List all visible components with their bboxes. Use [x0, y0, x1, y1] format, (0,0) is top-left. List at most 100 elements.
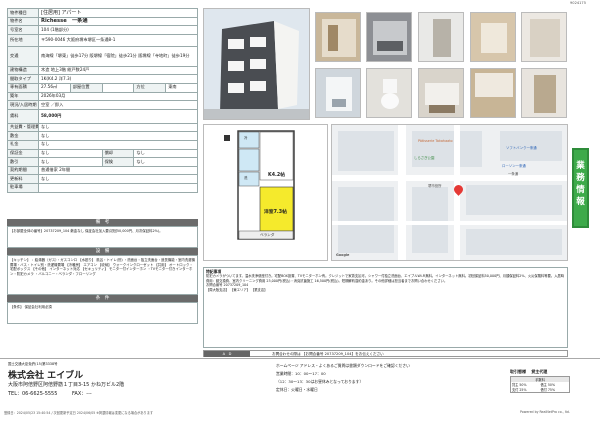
spec-key: 礼金	[7, 139, 39, 150]
thumb-photo	[315, 68, 361, 118]
spec-key: 賃料	[7, 108, 39, 124]
room-label-veranda: ベランダ	[260, 233, 275, 237]
remarks-ad: 【周大阪支店】 【東エリア】 【業支店】	[206, 287, 268, 292]
spec-key: 専有面積	[7, 82, 39, 93]
location-map: Pâtisserie Takahaato ソフトバンク一条通 ローソン一条通 一…	[331, 124, 568, 261]
map-label: ローソン一条通	[502, 164, 526, 168]
rent-price: 58,000円	[38, 108, 198, 124]
map-label: しらさぎ公園	[414, 156, 435, 160]
tab-char: 情	[576, 185, 585, 195]
floor-area: 27.56㎡	[38, 82, 71, 93]
spec-key: 敷金	[7, 131, 39, 141]
spec-key: 交通	[7, 45, 39, 67]
company-address: 大阪市阿倍野区阿倍野筋１丁目3-15 かね万ビル2階	[8, 382, 125, 388]
jouken-text: 【条件】 保証会社利用必須	[7, 302, 198, 324]
transaction-type: 取引態様 貸主代理	[510, 369, 586, 375]
fee-table: 手数料 貸主 50% 借主 50% 支付 25% 借付 75%	[510, 376, 570, 393]
license: 国土交通大臣免許(15)第3338号	[8, 362, 58, 366]
floor-plan: K4.2帖 洋室7.3帖 ベランダ 冷 洗	[203, 124, 328, 261]
layout-type: 1K(K4.2 洋7.3)	[38, 74, 198, 84]
renewal-fee: なし	[38, 174, 198, 184]
fee-cell: 支付 25%	[512, 388, 527, 392]
shikibiki: なし	[38, 157, 103, 167]
bikou-header: 備 考	[7, 219, 198, 226]
map-label: Google	[336, 253, 350, 257]
bottom-right-credit: Powered by RealNetPro co., ltd.	[520, 410, 570, 414]
room-label-fridge: 冷	[244, 136, 248, 140]
spec-key: 部屋位置	[69, 82, 103, 93]
thumb-photo	[418, 68, 464, 118]
map-label: Pâtisserie Takahaato	[418, 139, 453, 143]
thumb-photo	[521, 68, 567, 118]
torihiki-value: 貸主代理	[531, 369, 548, 374]
ad-label: A D	[204, 351, 250, 357]
management-fee: なし	[38, 122, 198, 133]
notes-panel: 備 考 【お部屋全体の番号】20737209_104 敷金なし 保証会社加入要(…	[7, 219, 198, 324]
bottom-left-note: 登録日：2024/05/23 15:40:54 / 次回更新予定日 2024/0…	[4, 411, 154, 415]
parking	[38, 182, 198, 193]
spec-key: 更新料	[7, 174, 39, 184]
tab-char: 務	[576, 173, 585, 183]
spec-key: 間取タイプ	[7, 74, 39, 84]
structure: 木造 地上3階 総戸数24戸	[38, 65, 198, 76]
built-year: 2026年03月	[38, 91, 198, 102]
business-hours-note: （12：30〜13：30はお昼休みとなっております）	[276, 379, 364, 384]
map-label: ソフトバンク一条通	[506, 146, 537, 150]
footer-message: ホームページ アドレス・よくあるご質問は書類ダウンロードをご確認ください	[276, 363, 410, 368]
spec-key: 現況/入居時期	[7, 100, 39, 110]
key-money: なし	[38, 139, 198, 150]
tab-char: 業	[576, 161, 585, 171]
remarks-box: 特記事項 防犯カメラがついてます。温水洗浄便座付き。宅配BOX設置、TVモニター…	[203, 267, 568, 348]
thumb-photo	[470, 68, 516, 118]
company-fax: FAX：---	[72, 391, 92, 397]
thumb-photo	[366, 12, 412, 62]
spec-key: 駐車場	[7, 182, 39, 193]
thumb-photo	[315, 12, 361, 62]
ad-contact: お問合わせの際は 【お問合番号 20737209_104】をお伝えください	[272, 352, 384, 356]
spec-key: 所在地	[7, 33, 39, 47]
spec-key: 築年	[7, 91, 39, 102]
doc-id: 9024175	[570, 1, 587, 5]
business-info-tab[interactable]: 業 務 情 報	[572, 148, 589, 228]
room-position	[101, 82, 135, 93]
fee-cell: 借付 75%	[540, 388, 555, 392]
bikou-text: 【お部屋全体の番号】20737209_104 敷金なし 保証会社加入要(初回50…	[7, 226, 198, 248]
business-hours: 営業時間：10：00〜17：00	[276, 371, 326, 376]
type-value: [住居用] アパート	[38, 8, 198, 18]
setsubi-text: 【キッチン】 ：給湯器（ガス）・ガスコンロ 【水廻り】 風呂・トイレ(別) ・洗…	[7, 255, 198, 295]
room-label-kitchen: K4.2帖	[268, 173, 286, 178]
spec-key: 号室名	[7, 25, 39, 35]
jouken-header: 条 件	[7, 295, 198, 302]
remarks-text: 防犯カメラがついてます。温水洗浄便座付き。宅配BOX設置、TVモニターホン有。ク…	[206, 274, 565, 283]
company-tel: TEL：06-6625-5555	[8, 391, 58, 397]
tab-char: 報	[576, 197, 585, 207]
room-number: 104 (1階部分)	[38, 25, 198, 35]
spec-key: 償却	[101, 148, 135, 159]
property-name: Richesse 一条通	[38, 16, 198, 27]
guarantee: なし	[38, 148, 103, 159]
holiday: 定休日：火曜日・水曜日	[276, 387, 318, 392]
direction: 東南	[165, 82, 198, 93]
footer: 国土交通大臣免許(15)第3338号 株式会社 エイブル 大阪市阿倍野区阿倍野筋…	[0, 358, 600, 408]
room-label-washer: 洗	[244, 176, 248, 180]
room-label-western: 洋室7.3帖	[264, 210, 287, 215]
thumb-photo	[521, 12, 567, 62]
thumb-photo	[366, 68, 412, 118]
spec-table: 物件種目 [住居用] アパート 物件名 Richesse 一条通 号室名 104 (1…	[7, 8, 198, 193]
contract-period: 普通借家 2年間	[38, 165, 198, 176]
spec-key: 方位	[133, 82, 167, 93]
map-label: 一条通	[508, 172, 519, 176]
type-label: 物件種目	[7, 8, 39, 18]
spec-key: 物件名	[7, 16, 39, 27]
spec-key: 共益費・管理費	[7, 122, 39, 133]
insurance: なし	[133, 157, 198, 167]
ad-bar: A D お問合わせの際は 【お問合番号 20737209_104】をお伝えくださ…	[203, 350, 568, 357]
map-label: 堺市役所	[428, 184, 442, 188]
thumb-photo	[470, 12, 516, 62]
spec-key: 敷引	[7, 157, 39, 167]
access: 南海線「堺東」徒歩17分 阪堺線「宿院」徒歩21分 阪堺線「寺地町」徒歩19分	[38, 45, 198, 67]
status: 空室 ／即入	[38, 100, 198, 110]
thumb-photo	[418, 12, 464, 62]
spec-key: 保証金	[7, 148, 39, 159]
address: 〒590-0046 大阪府堺市堺区一条通8-1	[38, 33, 198, 47]
